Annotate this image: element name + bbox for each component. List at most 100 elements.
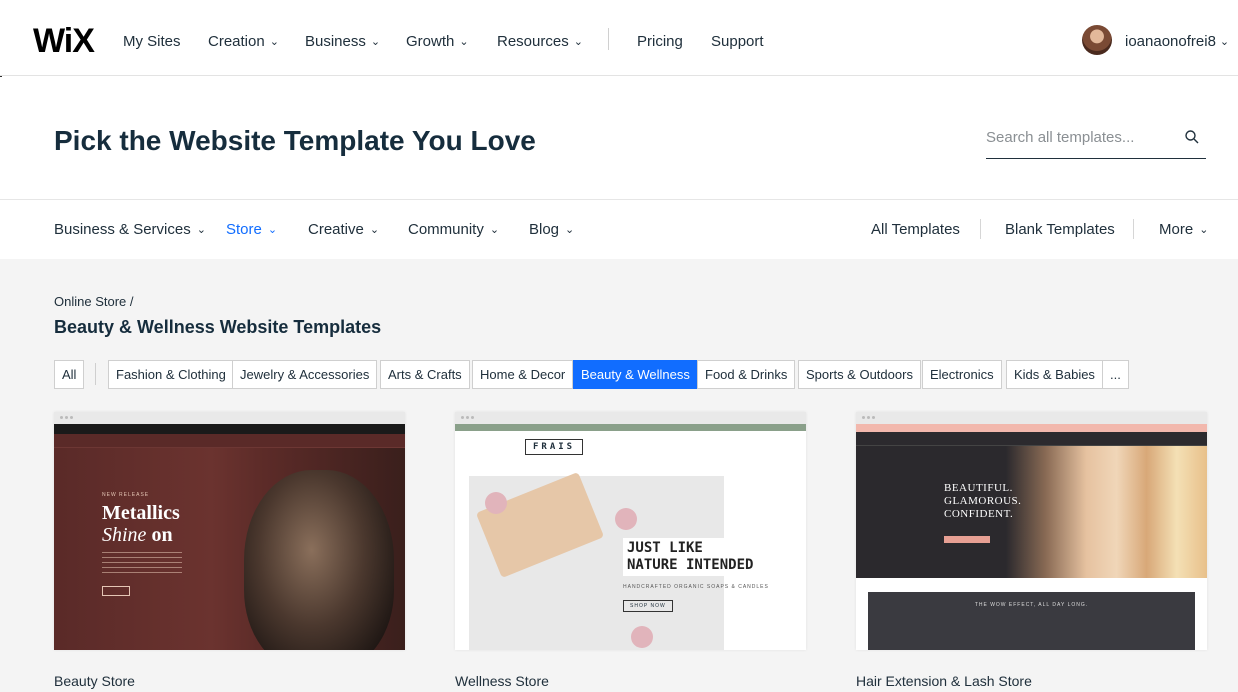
category-bar: Business & Services ⌄ Store ⌄ Creative ⌄ Co…	[0, 199, 1238, 259]
nav-my-sites[interactable]: My Sites	[123, 33, 181, 50]
template-name[interactable]: Beauty Store	[54, 673, 135, 689]
preview-banner: THE WOW EFFECT, ALL DAY LONG.	[868, 592, 1195, 650]
page-title: Pick the Website Template You Love	[54, 125, 536, 156]
category-business-services[interactable]: Business & Services ⌄	[54, 221, 206, 238]
search-box[interactable]	[986, 129, 1206, 159]
headline-italic: Shine	[102, 524, 147, 546]
chevron-down-icon: ⌄	[1199, 224, 1209, 236]
category-label: Creative	[308, 221, 364, 238]
search-icon[interactable]	[1184, 129, 1200, 150]
template-card-beauty-store[interactable]: NEW RELEASE Metallics Shine on	[54, 412, 405, 650]
headline-line: BEAUTIFUL.	[944, 482, 1013, 494]
nav-resources[interactable]: Resources ⌄	[497, 33, 583, 50]
avatar[interactable]	[1082, 25, 1112, 55]
category-divider	[980, 219, 981, 239]
nav-business[interactable]: Business ⌄	[305, 33, 380, 50]
preview-headline: BEAUTIFUL. GLAMOROUS. CONFIDENT.	[944, 482, 1021, 521]
template-card-hair-extension-lash-store[interactable]: BEAUTIFUL. GLAMOROUS. CONFIDENT. THE WOW…	[856, 412, 1207, 650]
preview-tagline: JUST LIKE NATURE INTENDED	[623, 538, 758, 576]
category-divider	[1133, 219, 1134, 239]
preview-body-text	[102, 552, 182, 574]
nav-label: Growth	[406, 33, 455, 50]
chip-electronics[interactable]: Electronics	[922, 360, 1002, 389]
preview-header: FRAIS	[455, 431, 806, 461]
nav-pricing[interactable]: Pricing	[637, 33, 683, 50]
template-card-wellness-store[interactable]: FRAIS JUST LIKE NATURE INTENDED HANDCRAF…	[455, 412, 806, 650]
chevron-down-icon: ⌄	[489, 224, 500, 236]
chip-all[interactable]: All	[54, 360, 85, 389]
more-menu[interactable]: More ⌄	[1159, 221, 1208, 238]
preview-subtitle: HANDCRAFTED ORGANIC SOAPS & CANDLES	[623, 584, 769, 590]
template-name[interactable]: Hair Extension & Lash Store	[856, 673, 1032, 689]
breadcrumb[interactable]: Online Store /	[54, 294, 134, 309]
category-label: Store	[226, 221, 262, 238]
preview-header	[856, 432, 1207, 446]
chevron-down-icon: ⌄	[369, 224, 380, 236]
nav-creation[interactable]: Creation ⌄	[208, 33, 279, 50]
chevron-down-icon: ⌄	[196, 224, 206, 236]
nav-label: Support	[711, 33, 764, 50]
chip-kids-babies[interactable]: Kids & Babies	[1006, 360, 1103, 389]
category-store[interactable]: Store ⌄	[226, 221, 277, 238]
model-face-image	[244, 470, 394, 650]
section-title: Beauty & Wellness Website Templates	[54, 317, 382, 337]
nav-support[interactable]: Support	[711, 33, 764, 50]
tagline-line: NATURE INTENDED	[627, 557, 754, 573]
nav-label: Pricing	[637, 33, 683, 50]
nav-label: Creation	[208, 33, 265, 50]
preview-headline: Metallics Shine on	[102, 502, 180, 546]
chip-arts-crafts[interactable]: Arts & Crafts	[380, 360, 470, 389]
preview-announcement-bar	[455, 424, 806, 431]
chevron-down-icon: ⌄	[269, 36, 279, 48]
browser-bar	[856, 412, 1207, 424]
chip-beauty-wellness[interactable]: Beauty & Wellness	[573, 360, 698, 389]
all-templates-link[interactable]: All Templates	[871, 221, 960, 238]
flower-image	[485, 492, 507, 514]
preview-announcement-bar	[54, 424, 405, 434]
preview-kicker: NEW RELEASE	[102, 492, 150, 498]
headline-line: Metallics	[102, 502, 180, 524]
chip-more[interactable]: ...	[1102, 360, 1129, 389]
category-label: More	[1159, 221, 1194, 238]
nav-label: My Sites	[123, 33, 181, 50]
blank-templates-link[interactable]: Blank Templates	[1005, 221, 1115, 238]
preview-shop-button: SHOP NOW	[623, 600, 673, 612]
category-label: Community	[408, 221, 484, 238]
category-label: Blog	[529, 221, 560, 238]
chip-home-decor[interactable]: Home & Decor	[472, 360, 574, 389]
category-blog[interactable]: Blog ⌄	[529, 221, 574, 238]
nav-growth[interactable]: Growth ⌄	[406, 33, 469, 50]
chip-food-drinks[interactable]: Food & Drinks	[697, 360, 796, 389]
chevron-down-icon: ⌄	[370, 36, 381, 48]
category-community[interactable]: Community ⌄	[408, 221, 499, 238]
flower-image	[615, 508, 637, 530]
preview-button	[102, 586, 130, 596]
headline-line: GLAMOROUS.	[944, 495, 1022, 507]
browser-bar	[54, 412, 405, 424]
category-label: All Templates	[871, 221, 960, 238]
chip-fashion-clothing[interactable]: Fashion & Clothing	[108, 360, 234, 389]
hero-section: Pick the Website Template You Love	[0, 77, 1238, 199]
chevron-down-icon: ⌄	[573, 36, 583, 48]
top-navigation: WiX My Sites Creation ⌄ Business ⌄ Growt…	[0, 0, 1238, 76]
chip-jewelry-accessories[interactable]: Jewelry & Accessories	[232, 360, 378, 389]
category-creative[interactable]: Creative ⌄	[308, 221, 379, 238]
search-input[interactable]	[986, 129, 1166, 146]
preview-button	[944, 536, 990, 543]
category-label: Blank Templates	[1005, 221, 1115, 238]
nav-label: Business	[305, 33, 366, 50]
account-menu[interactable]: ioanaonofrei8 ⌄	[1125, 33, 1229, 50]
models-image	[1006, 446, 1207, 596]
chevron-down-icon: ⌄	[565, 224, 575, 236]
flower-image	[631, 626, 653, 648]
nav-divider	[608, 28, 609, 50]
headline-rest: on	[146, 524, 173, 546]
headline-line: CONFIDENT.	[944, 508, 1014, 520]
nav-label: Resources	[497, 33, 569, 50]
wix-logo[interactable]: WiX	[33, 22, 95, 61]
chip-sports-outdoors[interactable]: Sports & Outdoors	[798, 360, 921, 389]
browser-bar	[455, 412, 806, 424]
chevron-down-icon: ⌄	[267, 224, 278, 236]
template-name[interactable]: Wellness Store	[455, 673, 549, 689]
chevron-down-icon: ⌄	[459, 36, 469, 48]
